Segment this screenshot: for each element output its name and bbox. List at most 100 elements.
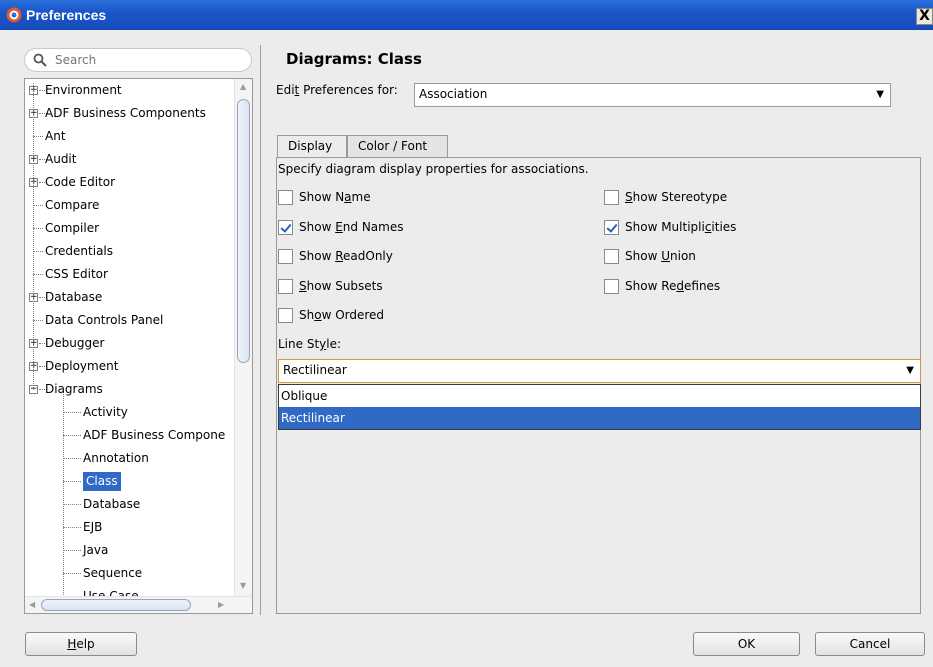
tree-item[interactable]: Java — [25, 539, 234, 562]
tree-connector — [33, 274, 43, 275]
panel-splitter[interactable] — [260, 45, 261, 615]
tree-item-label: Database — [45, 290, 103, 304]
search-input[interactable] — [53, 52, 243, 68]
tree-item[interactable]: + Database — [25, 286, 234, 309]
tree-connector — [33, 136, 43, 137]
tree-item-label: CSS Editor — [45, 267, 108, 281]
tree-item-label: Debugger — [45, 336, 105, 350]
tree-item-label: Credentials — [45, 244, 114, 258]
tree-guide-line — [63, 394, 64, 597]
tree-item[interactable]: − Diagrams — [25, 378, 234, 401]
tree-list: + Environment + ADF Business Components Ant +… — [25, 79, 234, 608]
tree-item[interactable]: + Code Editor — [25, 171, 234, 194]
tree-item[interactable]: Annotation — [25, 447, 234, 470]
edit-preferences-label: Edit Preferences for: — [276, 83, 398, 97]
tree-item[interactable]: Credentials — [25, 240, 234, 263]
tree-item-label: Annotation — [83, 451, 149, 465]
tree-item-label: Database — [83, 497, 141, 511]
show-subsets-box[interactable] — [278, 279, 293, 294]
tree-item[interactable]: ADF Business Compone — [25, 424, 234, 447]
scroll-down-icon[interactable]: ▼ — [240, 581, 246, 590]
tree-item[interactable]: Data Controls Panel — [25, 309, 234, 332]
show-redefines-box[interactable] — [604, 279, 619, 294]
line-style-label: Line Style: — [278, 337, 342, 351]
tree-item[interactable]: EJB — [25, 516, 234, 539]
tree-item-label: Deployment — [45, 359, 119, 373]
tree-connector — [33, 251, 43, 252]
tree-connector — [63, 573, 81, 574]
tree-connector — [63, 458, 81, 459]
tree-item-label: Activity — [83, 405, 128, 419]
chevron-down-icon: ▼ — [906, 365, 914, 376]
line-style-option-oblique[interactable]: Oblique — [279, 385, 920, 407]
edit-preferences-for-select[interactable]: Association ▼ — [414, 83, 891, 107]
tree-connector — [63, 412, 81, 413]
tree-item[interactable]: Compiler — [25, 217, 234, 240]
title-bar: Preferences X — [0, 0, 933, 30]
window-title: Preferences — [26, 7, 107, 23]
tree-item-label: ADF Business Components — [45, 106, 206, 120]
tree-connector — [63, 481, 81, 482]
tree-connector — [33, 320, 43, 321]
tree-item-label: Diagrams — [45, 382, 103, 396]
show-readonly-box[interactable] — [278, 249, 293, 264]
tab-display[interactable]: Display — [277, 135, 347, 159]
tree-item[interactable]: Database — [25, 493, 234, 516]
preferences-tree[interactable]: + Environment + ADF Business Components Ant +… — [24, 78, 253, 614]
tree-item-label: Audit — [45, 152, 77, 166]
tree-item[interactable]: Activity — [25, 401, 234, 424]
tree-connector — [63, 435, 81, 436]
tree-item-label: Ant — [45, 129, 66, 143]
tree-item[interactable]: Ant — [25, 125, 234, 148]
vertical-scroll-thumb[interactable] — [237, 99, 250, 363]
tree-item[interactable]: CSS Editor — [25, 263, 234, 286]
horizontal-scroll-thumb[interactable] — [41, 599, 191, 611]
scroll-left-icon[interactable]: ◀ — [29, 600, 35, 609]
tree-item-label: Compare — [45, 198, 100, 212]
line-style-dropdown-list: Oblique Rectilinear — [278, 384, 921, 430]
tree-item[interactable]: + Environment — [25, 79, 234, 102]
tree-connector — [63, 527, 81, 528]
edit-preferences-for-value: Association — [419, 87, 488, 101]
tree-item[interactable]: Class — [25, 470, 234, 493]
tree-item-label: Compiler — [45, 221, 100, 235]
chevron-down-icon: ▼ — [876, 89, 884, 100]
ok-button[interactable]: OK — [693, 632, 800, 656]
tab-color-font[interactable]: Color / Font — [347, 135, 448, 158]
show-end-names-box[interactable] — [278, 220, 293, 235]
tree-item[interactable]: + ADF Business Components — [25, 102, 234, 125]
line-style-option-rectilinear[interactable]: Rectilinear — [279, 407, 920, 429]
tree-item[interactable]: Sequence — [25, 562, 234, 585]
tree-item[interactable]: + Audit — [25, 148, 234, 171]
tree-item-label: Code Editor — [45, 175, 116, 189]
line-style-value: Rectilinear — [283, 363, 347, 377]
scroll-up-icon[interactable]: ▲ — [240, 82, 246, 91]
show-stereotype-box[interactable] — [604, 190, 619, 205]
tree-horizontal-scrollbar[interactable]: ◀ ▶ — [25, 596, 252, 613]
show-union-box[interactable] — [604, 249, 619, 264]
tree-connector — [33, 205, 43, 206]
cancel-button[interactable]: Cancel — [815, 632, 925, 656]
tree-item-label: Environment — [45, 83, 122, 97]
show-ordered-box[interactable] — [278, 308, 293, 323]
show-name-box[interactable] — [278, 190, 293, 205]
scroll-right-icon[interactable]: ▶ — [218, 600, 224, 609]
tree-connector — [63, 504, 81, 505]
tree-item[interactable]: + Deployment — [25, 355, 234, 378]
tree-item[interactable]: + Debugger — [25, 332, 234, 355]
app-icon — [6, 7, 22, 23]
search-icon — [33, 53, 47, 67]
close-button[interactable]: X — [916, 8, 933, 25]
tree-item[interactable]: Compare — [25, 194, 234, 217]
tree-item-label: EJB — [83, 520, 103, 534]
tree-vertical-scrollbar[interactable]: ▲ ▼ — [234, 79, 252, 598]
tree-item-label: Sequence — [83, 566, 143, 580]
tree-item-label: Data Controls Panel — [45, 313, 164, 327]
show-multiplicities-box[interactable] — [604, 220, 619, 235]
line-style-select[interactable]: Rectilinear ▼ — [278, 359, 921, 383]
tree-connector — [33, 228, 43, 229]
tree-item-label: Class — [83, 472, 121, 491]
search-box[interactable] — [24, 48, 252, 72]
panel-description: Specify diagram display properties for a… — [278, 162, 589, 176]
help-button[interactable]: Help — [25, 632, 137, 656]
